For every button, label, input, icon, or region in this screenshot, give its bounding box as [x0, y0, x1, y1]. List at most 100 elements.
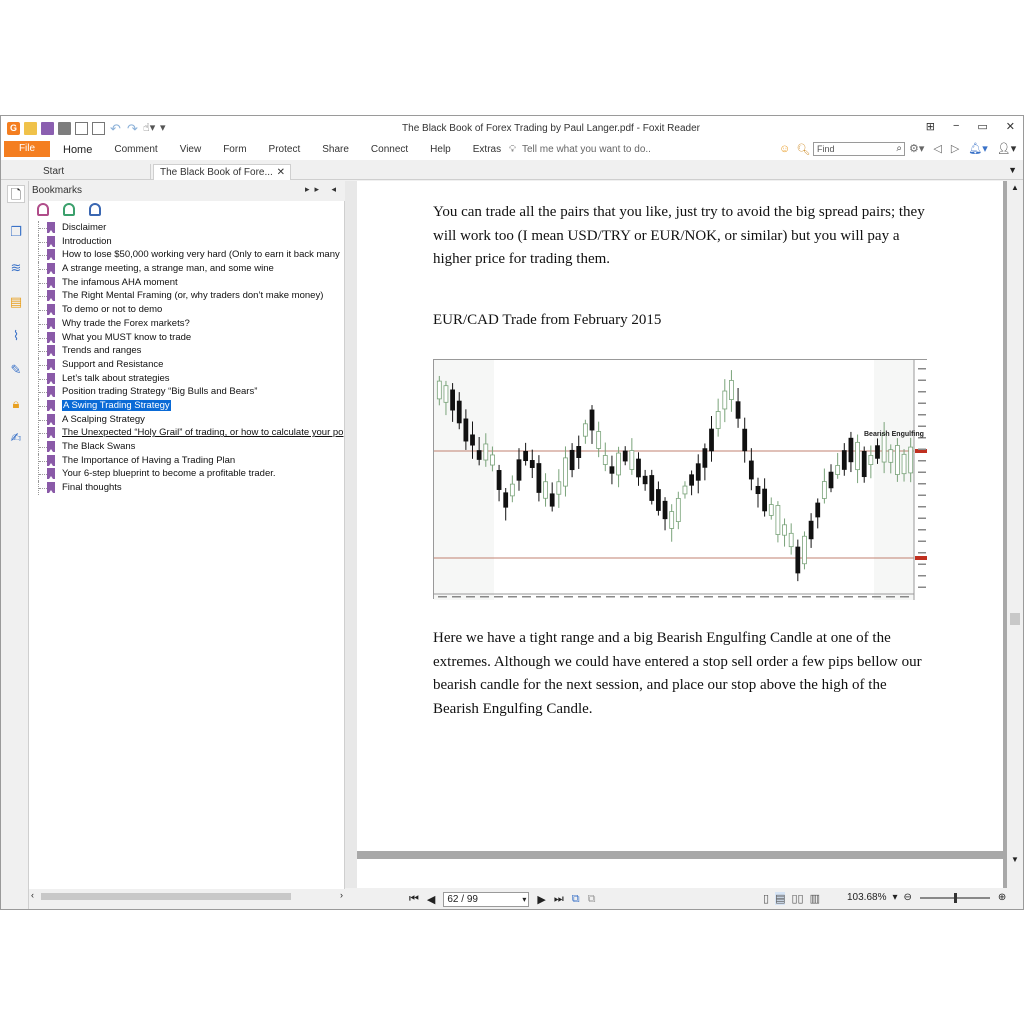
page-number-input[interactable]: 62 / 99 ▾: [443, 892, 530, 907]
comments-panel-icon[interactable]: ▤: [7, 293, 25, 311]
signatures-panel-icon[interactable]: ✎: [7, 361, 25, 379]
bookmark-item[interactable]: The Right Mental Framing (or, why trader…: [29, 289, 345, 304]
bookmark-item[interactable]: Support and Resistance: [29, 357, 345, 372]
document-view[interactable]: You can trade all the pairs that you lik…: [357, 181, 1007, 888]
first-page-icon[interactable]: ⏮: [409, 893, 419, 906]
panel-collapse-icon[interactable]: ▸▸ ◂: [305, 184, 341, 195]
add-bookmark-icon[interactable]: [63, 203, 75, 216]
zoom-in-icon[interactable]: ⊕: [998, 892, 1006, 903]
find-input[interactable]: Find ⌕: [813, 142, 905, 156]
bookmark-options-icon[interactable]: [89, 203, 101, 216]
bookmark-item[interactable]: What you MUST know to trade: [29, 330, 345, 345]
time-tick: [774, 596, 783, 598]
attachments-panel-icon[interactable]: ⌇: [7, 327, 25, 345]
scroll-down-icon[interactable]: ▼: [1011, 855, 1019, 864]
bookmark-item[interactable]: Introduction: [29, 234, 345, 249]
minimize-button[interactable]: −: [953, 120, 959, 133]
ribbon-tab-extras[interactable]: Extras: [473, 144, 501, 156]
tab-document[interactable]: The Black Book of Fore... ✕: [153, 164, 291, 180]
bookmark-item[interactable]: The Importance of Having a Trading Plan: [29, 453, 345, 468]
tree-connector: [38, 467, 47, 482]
zoom-slider-knob[interactable]: [953, 892, 957, 903]
bookmark-item[interactable]: Your 6-step blueprint to become a profit…: [29, 467, 345, 482]
bookmark-item[interactable]: How to lose $50,000 working very hard (O…: [29, 248, 345, 263]
bookmark-item[interactable]: Disclaimer: [29, 221, 345, 235]
sign-panel-icon[interactable]: ✍: [7, 429, 25, 447]
ribbon-tab-home[interactable]: Home: [63, 144, 92, 156]
file-menu-button[interactable]: File: [4, 141, 50, 157]
bookmark-item[interactable]: Let’s talk about strategies: [29, 371, 345, 386]
maximize-button[interactable]: ▭: [977, 120, 987, 133]
previous-page-icon[interactable]: ◀: [427, 893, 435, 906]
continuous-facing-icon[interactable]: ▥: [810, 892, 820, 905]
bookmark-item[interactable]: Trends and ranges: [29, 344, 345, 358]
time-tick: [452, 596, 461, 598]
layers-panel-icon[interactable]: ≋: [7, 259, 25, 277]
zoom-slider[interactable]: [919, 892, 990, 903]
last-page-icon[interactable]: ⏭: [554, 893, 564, 906]
ribbon-tab-share[interactable]: Share: [322, 144, 349, 156]
bookmark-item[interactable]: To demo or not to demo: [29, 303, 345, 317]
scrollbar-thumb[interactable]: [41, 893, 291, 900]
search-icon[interactable]: ⌕: [896, 143, 902, 155]
time-tick: [690, 596, 699, 598]
search-folder-icon[interactable]: 🔍︎: [796, 143, 810, 156]
candle-body: [450, 389, 455, 411]
bookmark-item[interactable]: The Black Swans: [29, 440, 345, 454]
bookmark-item[interactable]: Why trade the Forex markets?: [29, 316, 345, 331]
layout-icon[interactable]: ⊞: [926, 120, 935, 133]
bookmark-item[interactable]: The Unexpected “Holy Grail” of trading, …: [29, 426, 345, 440]
zoom-level[interactable]: 103.68%: [847, 892, 886, 903]
tree-connector: [38, 344, 47, 358]
scroll-up-icon[interactable]: ▲: [1011, 183, 1019, 192]
previous-view-icon[interactable]: ⧉: [572, 893, 580, 906]
tab-start[interactable]: Start: [37, 164, 151, 180]
ribbon-tab-protect[interactable]: Protect: [269, 144, 301, 156]
single-page-icon[interactable]: ▯: [763, 892, 769, 905]
ribbon-tab-view[interactable]: View: [180, 144, 202, 156]
bookmark-item[interactable]: A Scalping Strategy: [29, 412, 345, 427]
scroll-right-icon[interactable]: ›: [340, 890, 343, 900]
bookmark-item[interactable]: A strange meeting, a strange man, and so…: [29, 262, 345, 276]
bookmarks-horizontal-scrollbar[interactable]: ‹ ›: [29, 889, 345, 903]
vertical-scroll-thumb[interactable]: [1010, 613, 1020, 625]
candle-body: [682, 485, 688, 495]
back-arrow-icon[interactable]: ◁: [933, 142, 941, 155]
next-view-icon[interactable]: ⧉: [588, 893, 596, 906]
bookmark-item[interactable]: The infamous AHA moment: [29, 275, 345, 290]
bookmarks-panel-icon[interactable]: 🗋︎: [7, 185, 25, 203]
bookmark-item[interactable]: A Swing Trading Strategy: [29, 398, 345, 413]
document-vertical-scrollbar[interactable]: ▲ ▼: [1007, 181, 1023, 888]
facing-pages-icon[interactable]: ▯▯: [791, 892, 803, 905]
bookmark-item[interactable]: Final thoughts: [29, 481, 345, 495]
zoom-dropdown-icon[interactable]: ▾: [892, 892, 897, 903]
bookmark-item[interactable]: Position trading Strategy “Big Bulls and…: [29, 385, 345, 399]
close-button[interactable]: ✕: [1006, 120, 1015, 133]
tell-me-box[interactable]: 💡︎ Tell me what you want to do..: [509, 144, 651, 155]
candle-body: [841, 450, 847, 470]
price-tick: [918, 425, 926, 427]
price-tick: [918, 391, 926, 393]
chevron-down-icon[interactable]: ▾: [522, 893, 526, 906]
next-page-icon[interactable]: ▶: [537, 893, 545, 906]
panel-splitter[interactable]: [345, 181, 357, 909]
close-icon[interactable]: ✕: [277, 167, 285, 178]
gear-icon[interactable]: ⚙▾: [909, 142, 924, 155]
security-lock-icon[interactable]: 🔒︎: [7, 395, 25, 413]
tab-list-dropdown-icon[interactable]: ▼: [1008, 165, 1017, 175]
forward-arrow-icon[interactable]: ▷: [951, 142, 959, 155]
scroll-left-icon[interactable]: ‹: [31, 890, 34, 900]
smiley-icon[interactable]: ☺: [779, 143, 790, 156]
ribbon-tab-form[interactable]: Form: [223, 144, 246, 156]
bookmark-icon: [47, 372, 55, 384]
price-tick: [918, 529, 926, 531]
delete-bookmark-icon[interactable]: [37, 203, 49, 216]
pages-panel-icon[interactable]: ❐: [7, 223, 25, 241]
ribbon-tab-comment[interactable]: Comment: [114, 144, 157, 156]
account-icon[interactable]: 👤︎▾: [997, 142, 1017, 155]
zoom-out-icon[interactable]: ⊖: [904, 892, 912, 903]
continuous-page-icon[interactable]: ▤: [775, 892, 786, 905]
ribbon-tab-help[interactable]: Help: [430, 144, 451, 156]
ribbon-tab-connect[interactable]: Connect: [371, 144, 408, 156]
notification-bell-icon[interactable]: 🔔︎▾: [968, 142, 988, 155]
